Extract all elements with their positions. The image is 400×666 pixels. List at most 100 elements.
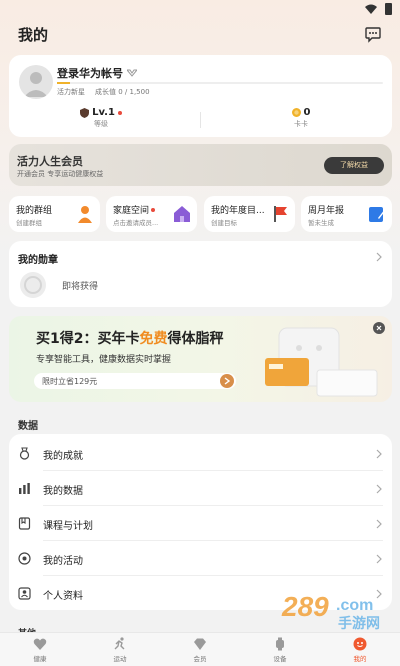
chevron-right-icon	[376, 252, 382, 262]
coin-icon	[291, 108, 301, 117]
promo-subtitle: 专享智能工具，健康数据实时掌握	[36, 355, 172, 365]
svg-text:289: 289	[281, 591, 329, 622]
heart-icon	[33, 638, 47, 650]
top-bar: 我的	[0, 22, 400, 46]
data-list: 我的成就 我的数据 课程与计划 我的活动 个人资料	[9, 434, 392, 610]
nav-label: 运动	[113, 655, 127, 663]
message-icon[interactable]	[364, 25, 382, 43]
tile-subtitle: 创建群组	[16, 219, 42, 227]
list-item-achievements[interactable]: 我的成就	[9, 436, 392, 471]
chevron-right-icon	[376, 554, 382, 564]
family-notification-dot	[151, 207, 156, 212]
learn-benefits-button[interactable]: 了解权益	[324, 157, 384, 174]
wifi-icon	[365, 4, 377, 14]
bottom-nav: 健康 运动 会员 设备 我的	[0, 632, 400, 666]
nav-exercise[interactable]: 运动	[80, 633, 160, 666]
flag-icon	[274, 206, 287, 222]
list-item-label: 我的数据	[43, 486, 83, 497]
level-value: Lv.1	[92, 107, 115, 118]
body-fat-scale-illustration	[265, 327, 378, 397]
promo-title-free: 免费	[139, 331, 168, 347]
promo-title: 买1得2：买年卡免费得体脂秤	[36, 328, 223, 348]
promo-banner[interactable]: 买1得2：买年卡免费得体脂秤 专享智能工具，健康数据实时掌握 限时立省129元	[9, 316, 392, 402]
coupon-caption: 卡卡	[294, 120, 308, 128]
list-item-courses[interactable]: 课程与计划	[9, 506, 392, 541]
nav-membership[interactable]: 会员	[160, 633, 240, 666]
tile-title: 家庭空间	[113, 206, 150, 216]
list-item-label: 个人资料	[43, 591, 83, 602]
membership-subtitle: 开通会员 专享运动健康权益	[17, 170, 104, 178]
tile-title: 周月年报	[308, 206, 345, 216]
arrow-right-icon	[220, 374, 234, 388]
me-icon	[353, 637, 367, 651]
nav-label: 健康	[33, 655, 47, 663]
tile-family-space[interactable]: 家庭空间 点击邀请成员...	[106, 196, 197, 232]
shield-icon	[80, 107, 90, 118]
level-line: 活力新星 成长值 0 / 1,500	[57, 87, 150, 97]
coupon-value: 0	[303, 107, 311, 118]
tile-reports[interactable]: 周月年报 暂未生成	[301, 196, 392, 232]
close-icon[interactable]	[373, 322, 385, 334]
house-icon	[174, 206, 190, 222]
chevron-right-icon	[376, 519, 382, 529]
avatar[interactable]	[19, 65, 53, 99]
promo-title-prefix: 买1得2：买年卡	[36, 331, 140, 347]
nav-me[interactable]: 我的	[320, 633, 400, 666]
svg-text:.com: .com	[336, 597, 373, 614]
level-name: 活力新星	[57, 88, 85, 96]
growth-value: 成长值 0 / 1,500	[95, 88, 150, 96]
watch-icon	[276, 637, 284, 651]
tile-annual-goal[interactable]: 我的年度目... 创建目标	[204, 196, 295, 232]
nav-label: 我的	[353, 655, 367, 663]
tile-subtitle: 创建目标	[211, 219, 237, 227]
page-title: 我的	[18, 25, 49, 44]
stat-divider	[200, 112, 201, 128]
level-caption: 等级	[94, 120, 108, 128]
promo-cta-label: 限时立省129元	[42, 377, 98, 386]
membership-banner[interactable]: 活力人生会员 开通会员 专享运动健康权益 了解权益	[9, 144, 392, 186]
data-section-label: 数据	[18, 421, 38, 432]
profile-card[interactable]: 登录华为帐号 活力新星 成长值 0 / 1,500 Lv.1 等级 0 卡卡	[9, 55, 392, 137]
activity-icon	[18, 552, 31, 565]
avatar-person-icon	[24, 72, 48, 97]
promo-cta-button[interactable]: 限时立省129元	[34, 373, 236, 389]
tile-title: 我的群组	[16, 206, 53, 216]
list-item-my-data[interactable]: 我的数据	[9, 471, 392, 506]
svg-text:手游网: 手游网	[338, 615, 380, 632]
nav-health[interactable]: 健康	[0, 633, 80, 666]
bookmark-icon	[18, 517, 31, 530]
battery-icon	[385, 3, 392, 15]
level-stat[interactable]: Lv.1 等级	[41, 107, 161, 129]
list-item-label: 课程与计划	[43, 521, 93, 532]
run-icon	[114, 637, 125, 650]
list-item-label: 我的成就	[43, 451, 83, 462]
login-link[interactable]: 登录华为帐号	[57, 65, 137, 81]
growth-progress-bar	[57, 82, 383, 84]
vip-badge-icon	[127, 69, 137, 77]
list-item-activities[interactable]: 我的活动	[9, 541, 392, 576]
tile-title: 我的年度目...	[211, 206, 265, 216]
medals-card[interactable]: 我的勋章 即将获得	[9, 241, 392, 307]
growth-progress-fill	[57, 82, 71, 84]
coupon-stat[interactable]: 0 卡卡	[241, 107, 361, 129]
diamond-icon	[194, 638, 206, 650]
nav-label: 会员	[193, 655, 207, 663]
nav-label: 设备	[273, 655, 287, 663]
medals-title: 我的勋章	[18, 255, 58, 266]
nav-devices[interactable]: 设备	[240, 633, 320, 666]
membership-title: 活力人生会员	[17, 155, 83, 168]
chevron-right-icon	[376, 449, 382, 459]
promo-title-suffix: 得体脂秤	[167, 331, 224, 347]
medal-placeholder-text: 即将获得	[62, 282, 99, 292]
tile-my-groups[interactable]: 我的群组 创建群组	[9, 196, 100, 232]
bar-chart-icon	[19, 483, 30, 494]
medal-placeholder-icon	[20, 272, 46, 298]
profile-icon	[18, 587, 31, 600]
medal-icon	[19, 447, 30, 460]
level-notification-dot	[117, 110, 122, 115]
people-icon	[78, 206, 92, 223]
report-icon	[369, 207, 386, 222]
chevron-right-icon	[376, 484, 382, 494]
tile-subtitle: 点击邀请成员...	[113, 219, 159, 227]
tile-subtitle: 暂未生成	[308, 219, 334, 227]
